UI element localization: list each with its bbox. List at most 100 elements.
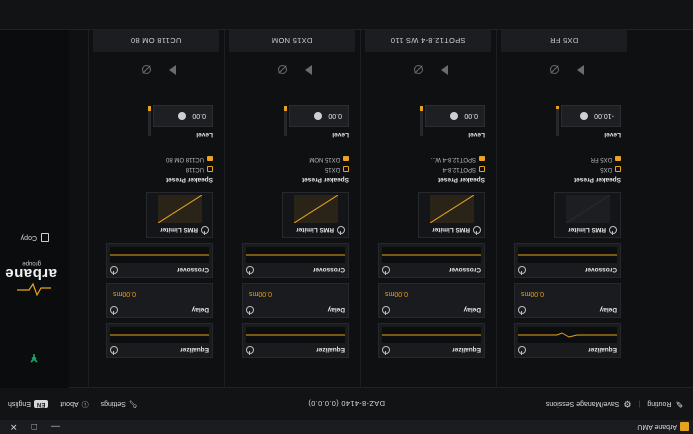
speaker-preset[interactable]: Speaker Preset UC118 UC118 OM 80 [133, 145, 213, 183]
crossover-module[interactable]: Crossover [242, 243, 349, 278]
speaker-preset[interactable]: Speaker Preset DX5 DX5 FR [541, 145, 621, 183]
eq-curve[interactable] [110, 327, 209, 343]
power-icon[interactable] [110, 346, 118, 354]
equalizer-title: Equalizer [316, 346, 345, 354]
top-toolbar: ✎ Routing | ⚙ Save/Manage Sessions DAZ-8… [0, 387, 693, 420]
power-icon[interactable] [337, 226, 345, 234]
about-button[interactable]: ⓘ About [60, 399, 88, 409]
delay-module[interactable]: Delay 0.00ms [242, 283, 349, 318]
language-selector[interactable]: EN English [8, 400, 49, 408]
settings-button[interactable]: 🔧︎ Settings [101, 400, 138, 408]
level-input[interactable]: 0.00 [289, 105, 349, 127]
limiter-graph[interactable] [158, 195, 202, 223]
equalizer-module[interactable]: Equalizer [242, 323, 349, 358]
crossover-curve[interactable] [110, 247, 209, 263]
play-icon[interactable] [577, 65, 584, 75]
level-control[interactable]: Level -10.00 [556, 102, 621, 138]
mute-icon[interactable] [550, 65, 559, 75]
preset-file-row: DX15 NOM [309, 156, 349, 162]
power-icon[interactable] [518, 346, 526, 354]
limiter-module[interactable]: RMS Limiter [146, 192, 213, 238]
play-icon[interactable] [441, 65, 448, 75]
preset-file-row: UC118 OM 80 [166, 156, 213, 162]
logo-pulse-icon [17, 282, 51, 297]
speaker-icon [479, 166, 485, 172]
channel-strip: Equalizer Delay 0.00ms Crossover RMS Lim… [224, 30, 357, 388]
maximize-button[interactable]: □ [32, 422, 37, 433]
limiter-graph[interactable] [294, 195, 338, 223]
limiter-module[interactable]: RMS Limiter [554, 192, 621, 238]
equalizer-module[interactable]: Equalizer [106, 323, 213, 358]
power-icon[interactable] [246, 306, 254, 314]
app-title-area: Arbane AMU [637, 422, 689, 432]
play-icon[interactable] [305, 65, 312, 75]
delay-value: 0.00ms [249, 290, 272, 297]
power-icon[interactable] [609, 226, 617, 234]
delay-title: Delay [463, 306, 481, 314]
power-icon[interactable] [110, 266, 118, 274]
preset-speaker-row: UC118 [186, 166, 213, 172]
eq-curve-graphic [246, 334, 345, 336]
level-control[interactable]: Level 0.00 [148, 102, 213, 138]
power-icon[interactable] [382, 266, 390, 274]
level-value: -10.00 [594, 112, 614, 120]
mute-icon[interactable] [414, 65, 423, 75]
speaker-preset[interactable]: Speaker Preset DX15 DX15 NOM [269, 145, 349, 183]
crossover-curve[interactable] [246, 247, 345, 263]
channel-name[interactable]: DX15 NOM [229, 30, 355, 52]
limiter-graph[interactable] [430, 195, 474, 223]
power-icon[interactable] [201, 226, 209, 234]
crossover-module[interactable]: Crossover [378, 243, 485, 278]
channel-name[interactable]: UC118 OM 80 [93, 30, 219, 52]
power-icon[interactable] [110, 306, 118, 314]
equalizer-module[interactable]: Equalizer [378, 323, 485, 358]
limiter-module[interactable]: RMS Limiter [418, 192, 485, 238]
level-control[interactable]: Level 0.00 [420, 102, 485, 138]
eq-curve[interactable] [246, 327, 345, 343]
play-icon[interactable] [169, 65, 176, 75]
minimize-button[interactable]: — [51, 422, 60, 433]
level-control[interactable]: Level 0.00 [284, 102, 349, 138]
power-icon[interactable] [246, 346, 254, 354]
crossover-module[interactable]: Crossover [514, 243, 621, 278]
power-icon[interactable] [382, 306, 390, 314]
crossover-module[interactable]: Crossover [106, 243, 213, 278]
power-icon[interactable] [518, 266, 526, 274]
limiter-title: RMS Limiter [568, 226, 606, 234]
preset-title: Speaker Preset [302, 176, 349, 183]
strip-actions [534, 64, 584, 76]
crossover-curve[interactable] [518, 247, 617, 263]
crossover-graphic [246, 254, 345, 256]
level-input[interactable]: -10.00 [561, 105, 621, 127]
brand-name: arbane [4, 265, 57, 282]
mute-icon[interactable] [142, 65, 151, 75]
delay-value: 0.00ms [385, 290, 408, 297]
level-input[interactable]: 0.00 [153, 105, 213, 127]
channel-name[interactable]: SPOT12.8-4 WS 110 [365, 30, 491, 52]
preset-speaker-row: DX5 [600, 166, 621, 172]
equalizer-module[interactable]: Equalizer [514, 323, 621, 358]
limiter-title: RMS Limiter [432, 226, 470, 234]
mute-icon[interactable] [278, 65, 287, 75]
delay-module[interactable]: Delay 0.00ms [514, 283, 621, 318]
delay-module[interactable]: Delay 0.00ms [378, 283, 485, 318]
power-icon[interactable] [473, 226, 481, 234]
eq-curve[interactable] [518, 327, 617, 343]
channel-name[interactable]: DX5 FR [501, 30, 627, 52]
level-input[interactable]: 0.00 [425, 105, 485, 127]
limiter-graph[interactable] [566, 195, 610, 223]
speaker-icon [615, 166, 621, 172]
preset-speaker: DX5 [600, 166, 612, 172]
crossover-curve[interactable] [382, 247, 481, 263]
window-controls: — □ ✕ [10, 422, 60, 433]
crossover-title: Crossover [448, 266, 481, 274]
limiter-module[interactable]: RMS Limiter [282, 192, 349, 238]
copy-button[interactable]: Copy [21, 233, 49, 242]
eq-curve[interactable] [382, 327, 481, 343]
power-icon[interactable] [518, 306, 526, 314]
speaker-preset[interactable]: Speaker Preset SPOT12.8-4 SPOT12.8-4 W..… [405, 145, 485, 183]
close-button[interactable]: ✕ [10, 422, 18, 433]
delay-module[interactable]: Delay 0.00ms [106, 283, 213, 318]
power-icon[interactable] [382, 346, 390, 354]
power-icon[interactable] [246, 266, 254, 274]
